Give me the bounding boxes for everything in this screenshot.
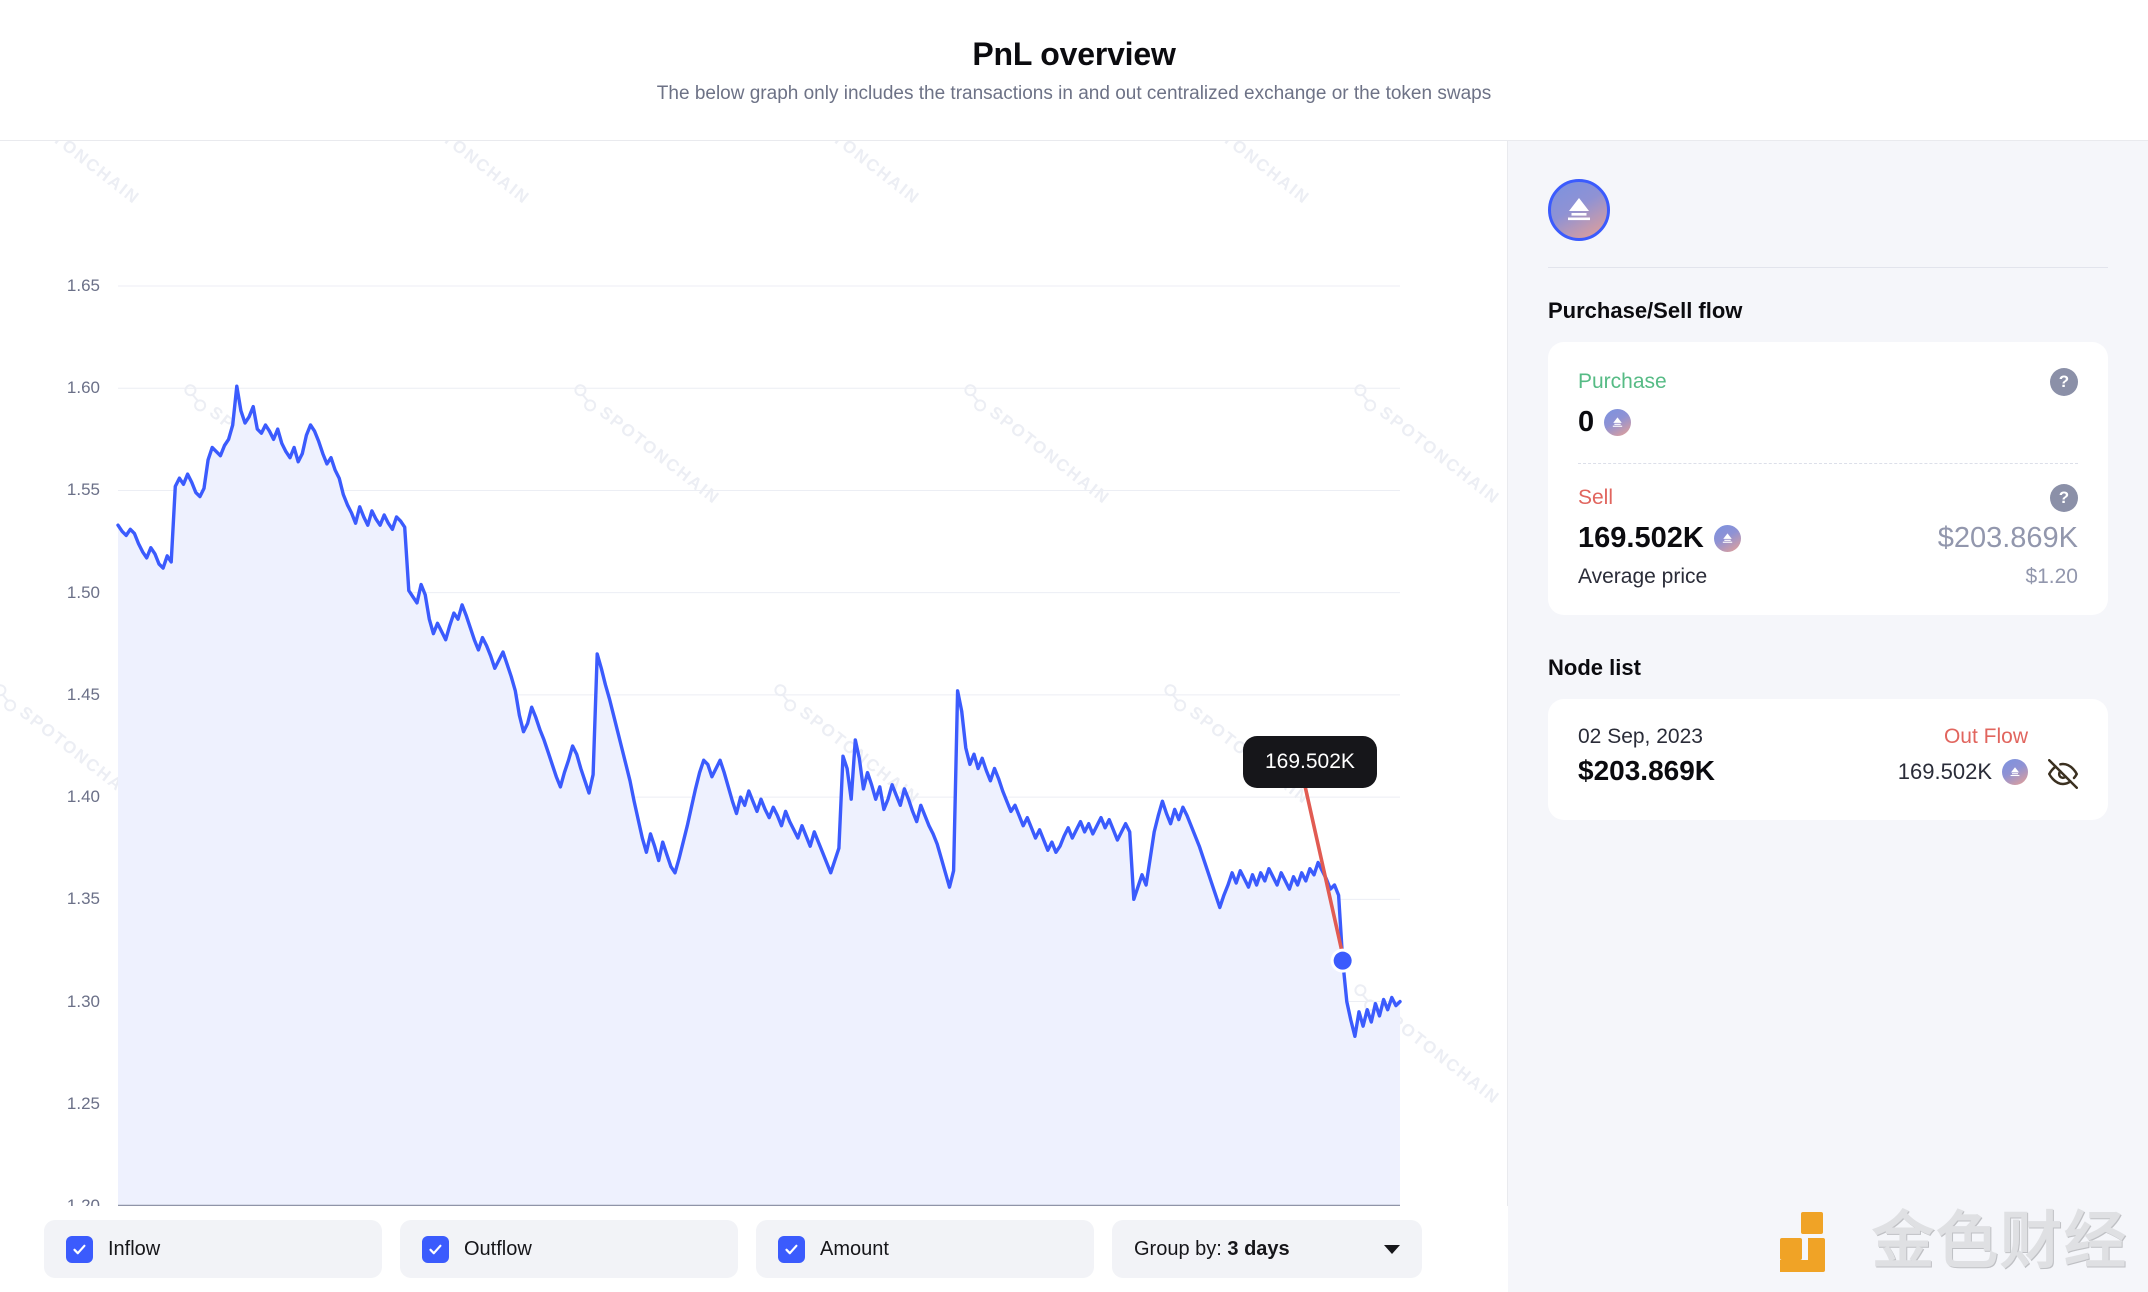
y-tick-label: 1.30: [66, 991, 100, 1011]
chart-plot-area[interactable]: [0, 141, 1508, 1206]
average-price-row: Average price $1.20: [1578, 565, 2078, 589]
checkbox-inflow[interactable]: [66, 1235, 93, 1263]
purchase-amount-group: 0: [1578, 406, 1632, 439]
flow-separator: [1578, 463, 2078, 464]
checkbox-outflow[interactable]: [422, 1235, 449, 1263]
node-usd-value: $203.869K: [1578, 755, 1716, 786]
chart-y-axis: 1.651.601.551.501.451.401.351.301.251.20: [30, 141, 100, 1292]
content-split: SPOTONCHAIN SPOTONCHAIN SPOTONCHAIN SPOTONC…: [0, 141, 2148, 1292]
node-flow-type: Out Flow: [1943, 725, 2028, 748]
node-right-wrap: Out Flow 169.502K: [1898, 725, 2078, 794]
label-outflow: Outflow: [464, 1237, 532, 1260]
purchase-value-row: 0: [1578, 406, 2078, 439]
token-logo-row: [1548, 179, 2108, 267]
checkbox-amount[interactable]: [778, 1235, 805, 1263]
sell-header: Sell ?: [1578, 484, 2078, 512]
sell-value-row: 169.502K $203.869K: [1578, 522, 2078, 555]
token-logo-icon-small: [1604, 409, 1632, 436]
node-date: 02 Sep, 2023: [1578, 725, 1703, 748]
sell-usd-value: $203.869K: [1937, 522, 2078, 554]
brand-mark-icon: [1774, 1204, 1850, 1280]
page-title: PnL overview: [972, 35, 1176, 72]
chart-tooltip: 169.502K: [1243, 736, 1377, 788]
token-logo-icon-small: [1713, 525, 1741, 552]
detail-sidebar: Purchase/Sell flow Purchase ? 0 Sell ? 1…: [1508, 141, 2148, 1292]
node-right: Out Flow 169.502K: [1898, 725, 2028, 785]
purchase-help-icon[interactable]: ?: [2050, 368, 2078, 396]
average-price-label: Average price: [1578, 565, 1708, 588]
toggle-outflow[interactable]: Outflow: [400, 1220, 738, 1278]
y-tick-label: 1.25: [66, 1093, 100, 1113]
node-amount-row: 169.502K: [1898, 759, 2028, 785]
node-list-title: Node list: [1548, 655, 1641, 680]
y-tick-label: 1.45: [66, 684, 100, 704]
sell-amount-group: 169.502K: [1578, 522, 1741, 555]
group-by-label: Group by: 3 days: [1134, 1237, 1290, 1260]
page-subtitle: The below graph only includes the transa…: [656, 82, 1492, 104]
price-line-chart[interactable]: [0, 141, 1508, 1206]
sidebar-divider: [1548, 267, 2108, 268]
brand-text: 金色财经: [1871, 1207, 2128, 1276]
sell-help-icon[interactable]: ?: [2050, 484, 2078, 512]
y-tick-label: 1.65: [66, 276, 100, 295]
token-logo-icon[interactable]: [1548, 179, 1610, 241]
purchase-header: Purchase ?: [1578, 368, 2078, 396]
toggle-amount[interactable]: Amount: [756, 1220, 1094, 1278]
eye-off-icon[interactable]: [2048, 759, 2078, 794]
label-inflow: Inflow: [108, 1237, 161, 1260]
node-amount: 169.502K: [1897, 759, 1992, 784]
purchase-sell-flow-title: Purchase/Sell flow: [1548, 298, 1743, 323]
group-by-dropdown[interactable]: Group by: 3 days: [1112, 1220, 1422, 1278]
y-tick-label: 1.55: [66, 480, 100, 500]
chevron-down-icon: [1384, 1244, 1400, 1254]
average-price-value: $1.20: [2025, 565, 2078, 588]
token-logo-icon-small: [2002, 759, 2028, 785]
label-amount: Amount: [820, 1237, 889, 1260]
page-header: PnL overview The below graph only includ…: [0, 0, 2148, 141]
node-list-item[interactable]: 02 Sep, 2023 $203.869K Out Flow 169.502K: [1578, 725, 2078, 794]
brand-watermark: 金色财经: [1774, 1204, 2128, 1280]
node-left: 02 Sep, 2023 $203.869K: [1578, 725, 1715, 787]
purchase-label: Purchase: [1578, 370, 1667, 393]
purchase-sell-flow-card: Purchase ? 0 Sell ? 169.502K $203.869K A…: [1548, 342, 2108, 615]
chart-marker-dot: [1333, 951, 1352, 970]
purchase-amount: 0: [1578, 406, 1595, 438]
y-tick-label: 1.60: [66, 378, 100, 398]
y-tick-label: 1.50: [66, 582, 100, 602]
sell-amount: 169.502K: [1578, 522, 1704, 554]
node-list-card: 02 Sep, 2023 $203.869K Out Flow 169.502K: [1548, 699, 2108, 820]
chart-pane: SPOTONCHAIN SPOTONCHAIN SPOTONCHAIN SPOTONC…: [0, 141, 1508, 1292]
chart-controls: Inflow Outflow Amount Group by: 3 days: [0, 1206, 1508, 1292]
y-tick-label: 1.40: [66, 787, 100, 807]
toggle-inflow[interactable]: Inflow: [44, 1220, 382, 1278]
sell-label: Sell: [1578, 486, 1614, 509]
y-tick-label: 1.35: [66, 889, 100, 909]
